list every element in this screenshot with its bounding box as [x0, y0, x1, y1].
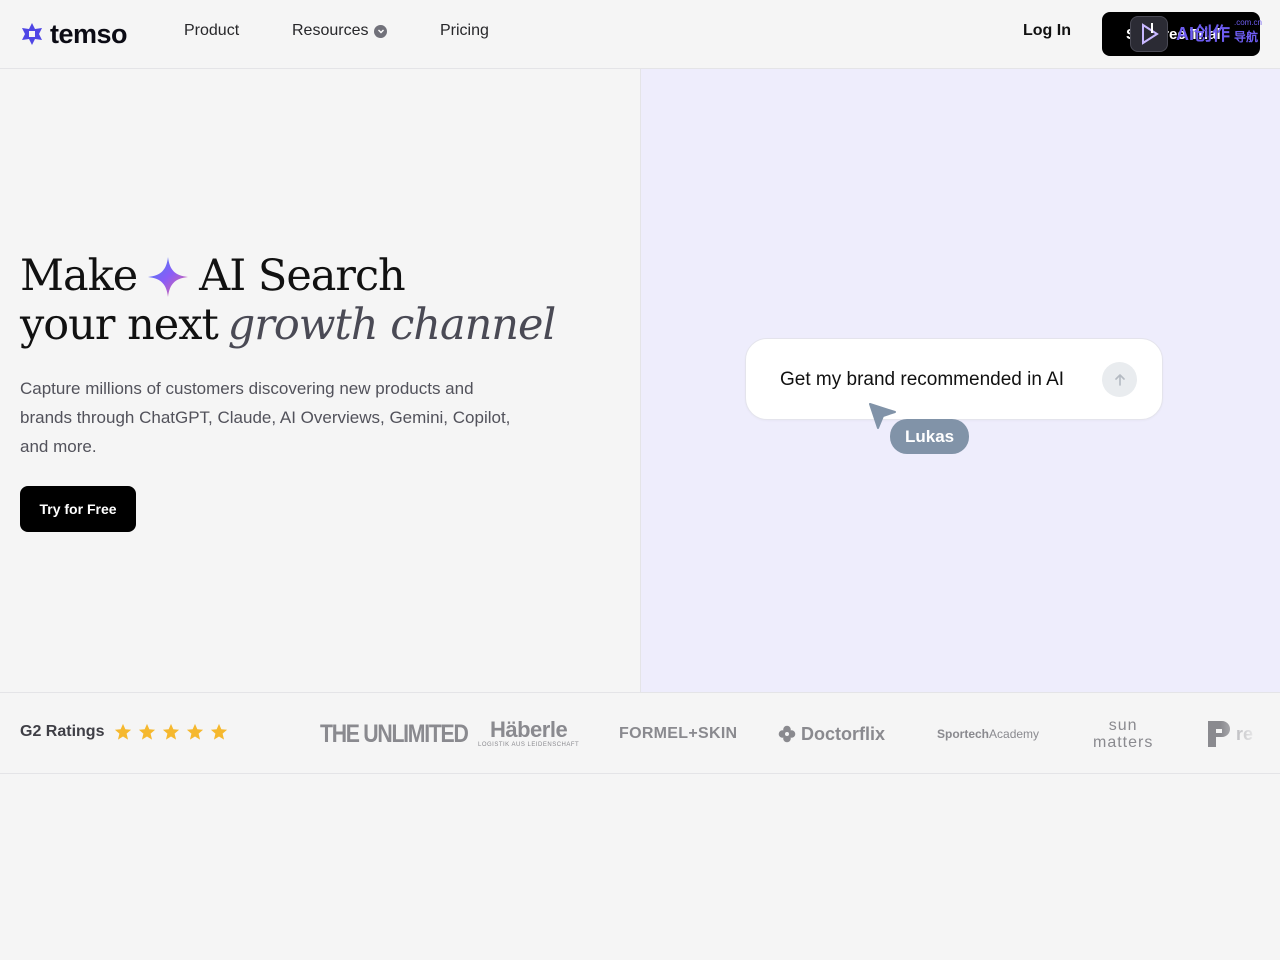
try-for-free-button[interactable]: Try for Free — [20, 486, 136, 532]
logo-text: temso — [50, 18, 128, 49]
hero-left: Make AI Search your next growth channel … — [0, 69, 641, 692]
logos-fade-right — [1220, 693, 1260, 773]
chevron-down-icon — [374, 24, 388, 38]
brand-haberle-tagline: LOGISTIK AUS LEIDENSCHAFT — [478, 742, 580, 748]
doctorflix-flower-icon — [778, 725, 796, 743]
headline-your-next: your next — [20, 300, 219, 350]
cursor-name-tag: Lukas — [890, 419, 970, 454]
headline-make: Make — [20, 251, 138, 301]
brand-sportech-academy: Sportech Academy — [937, 693, 1040, 773]
star-icon — [186, 723, 204, 740]
nav-resources[interactable]: Resources — [292, 22, 388, 40]
headline-ai-search: AI Search — [199, 251, 406, 301]
prompt-text: Get my brand recommended in AI — [780, 369, 1065, 390]
hero-demo: Get my brand recommended in AI Lukas — [641, 69, 1280, 692]
cta-label: Free Trial — [1154, 25, 1221, 43]
site-header: temso Product Resources Pricing Log In S… — [0, 0, 1280, 69]
prompt-input[interactable]: Get my brand recommended in AI — [745, 338, 1163, 420]
nav-pricing[interactable]: Pricing — [440, 22, 489, 40]
brand-sun-matters: sun matters — [1093, 693, 1154, 773]
brand-sportech-bold: Sportech — [937, 727, 990, 741]
brand-matters: matters — [1093, 734, 1154, 751]
logo[interactable]: temso — [20, 17, 128, 51]
nav-product[interactable]: Product — [184, 22, 239, 40]
brand-sportech-light: Academy — [989, 727, 1040, 741]
brand-haberle-name: Häberle — [489, 717, 568, 742]
brand-doctorflix-name: Doctorflix — [801, 723, 886, 744]
star-icon — [162, 723, 180, 740]
temso-logo-icon — [22, 23, 42, 45]
start-free-trial-button[interactable]: S Free Trial — [1102, 12, 1260, 56]
star-icon — [114, 723, 132, 740]
brand-formel-skin: FORMEL+SKIN — [619, 725, 738, 742]
star-rating — [114, 723, 228, 741]
ratings-strip: G2 Ratings THE UNLIMITED Häberle LOGISTI… — [0, 692, 1280, 774]
arrow-up-icon — [1114, 373, 1125, 386]
sparkle-icon — [148, 256, 189, 297]
brand-haberle: Häberle LOGISTIK AUS LEIDENSCHAFT — [478, 693, 580, 773]
login-link[interactable]: Log In — [1023, 22, 1071, 40]
brand-sun: sun — [1108, 717, 1138, 734]
brand-the-unlimited: THE UNLIMITED — [320, 719, 469, 748]
nav-resources-label: Resources — [292, 22, 369, 39]
logos-fade-left — [270, 693, 310, 773]
g2-ratings-label: G2 Ratings — [20, 723, 105, 740]
customer-logos: THE UNLIMITED Häberle LOGISTIK AUS LEIDE… — [270, 693, 1260, 773]
cta-prefix: S — [1126, 25, 1137, 43]
hero-subtext: Capture millions of customers discoverin… — [20, 379, 511, 456]
brand-doctorflix: Doctorflix — [778, 693, 886, 773]
star-icon — [138, 723, 156, 740]
star-icon — [210, 723, 228, 740]
hero-headline: Make AI Search your next growth channel — [20, 251, 556, 350]
send-button[interactable] — [1102, 362, 1137, 397]
headline-growth-channel: growth channel — [227, 300, 556, 350]
